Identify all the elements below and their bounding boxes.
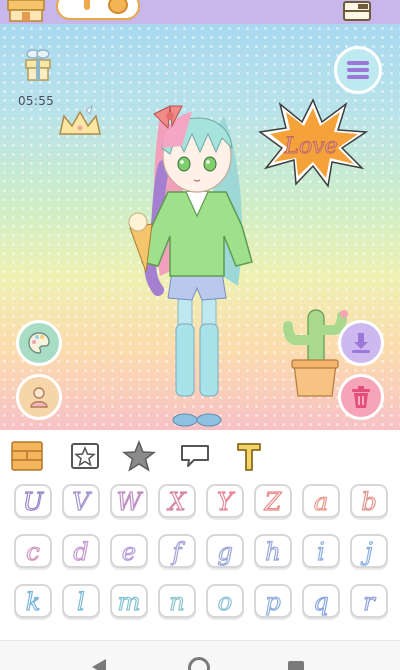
wardrobe-icon[interactable] — [340, 0, 374, 22]
letter-glyph: e — [121, 537, 137, 566]
letter-sticker-h[interactable]: h — [254, 534, 292, 568]
download-button[interactable] — [338, 320, 384, 366]
tab-star-box[interactable] — [68, 440, 102, 472]
character-button[interactable] — [16, 374, 62, 420]
letter-glyph: X — [168, 487, 186, 516]
letter-sticker-V[interactable]: V — [62, 484, 100, 518]
letter-glyph: j — [365, 537, 374, 566]
letter-sticker-U[interactable]: U — [14, 484, 52, 518]
letter-sticker-W[interactable]: W — [110, 484, 148, 518]
letter-sticker-l[interactable]: l — [62, 584, 100, 618]
coin-amount-bar — [84, 0, 90, 10]
letter-sticker-k[interactable]: k — [14, 584, 52, 618]
letter-sticker-c[interactable]: c — [14, 534, 52, 568]
star-box-icon — [71, 443, 99, 469]
shelf-icon — [11, 441, 43, 471]
letter-glyph: q — [313, 587, 330, 616]
letter-t-icon — [237, 443, 261, 471]
letter-glyph: W — [116, 487, 142, 516]
tab-text[interactable] — [232, 440, 266, 472]
letter-glyph: f — [172, 537, 182, 566]
person-icon — [30, 387, 48, 408]
crown-sticker[interactable] — [56, 104, 104, 142]
letter-glyph: o — [217, 587, 233, 616]
letter-glyph: Z — [264, 487, 282, 516]
menu-button[interactable] — [334, 46, 382, 94]
top-bar — [0, 0, 400, 24]
letter-sticker-Z[interactable]: Z — [254, 484, 292, 518]
tab-speech-bubble[interactable] — [178, 440, 212, 472]
letter-glyph: Y — [216, 487, 233, 516]
back-icon[interactable] — [92, 659, 106, 670]
letter-glyph: d — [73, 537, 90, 566]
letter-glyph: U — [22, 487, 44, 516]
coin-icon — [108, 0, 128, 14]
letter-glyph: g — [217, 537, 234, 566]
letter-sticker-g[interactable]: g — [206, 534, 244, 568]
coin-counter[interactable] — [56, 0, 140, 20]
letter-sticker-f[interactable]: f — [158, 534, 196, 568]
letter-sticker-q[interactable]: q — [302, 584, 340, 618]
tab-shelf[interactable] — [10, 440, 44, 472]
letter-sticker-d[interactable]: d — [62, 534, 100, 568]
letter-glyph: p — [265, 587, 282, 616]
letter-sticker-m[interactable]: m — [110, 584, 148, 618]
letter-sticker-X[interactable]: X — [158, 484, 196, 518]
letter-sticker-r[interactable]: r — [350, 584, 388, 618]
letter-sticker-grid: UVWX Y Za b c d e f g h i j k l mn o p q r — [0, 480, 400, 640]
speech-bubble-icon — [181, 445, 209, 467]
home-icon[interactable] — [188, 657, 210, 670]
letter-glyph: h — [265, 537, 282, 566]
download-icon — [352, 333, 370, 353]
recent-apps-icon[interactable] — [288, 661, 304, 670]
system-nav-bar — [0, 640, 400, 670]
letter-sticker-i[interactable]: i — [302, 534, 340, 568]
letter-glyph: a — [313, 487, 329, 516]
letter-glyph: c — [26, 537, 41, 566]
letter-glyph: V — [72, 487, 91, 516]
letter-sticker-o[interactable]: o — [206, 584, 244, 618]
palette-button[interactable] — [16, 320, 62, 366]
star-icon — [121, 439, 157, 472]
menu-icon — [347, 61, 369, 79]
letter-glyph: i — [317, 537, 326, 566]
category-tab-bar — [0, 430, 400, 480]
trash-button[interactable] — [338, 374, 384, 420]
gift-box-icon[interactable] — [22, 48, 54, 82]
letter-sticker-a[interactable]: a — [302, 484, 340, 518]
letter-sticker-j[interactable]: j — [350, 534, 388, 568]
shop-icon[interactable] — [6, 0, 46, 22]
letter-glyph: r — [363, 587, 376, 616]
letter-glyph: n — [169, 587, 186, 616]
letter-sticker-b[interactable]: b — [350, 484, 388, 518]
letter-glyph: b — [361, 487, 378, 516]
letter-sticker-e[interactable]: e — [110, 534, 148, 568]
trash-icon — [352, 386, 370, 408]
dressup-character[interactable] — [112, 76, 282, 428]
letter-glyph: m — [117, 587, 141, 616]
dressup-stage[interactable]: 05:55 Love — [0, 24, 400, 430]
letter-sticker-p[interactable]: p — [254, 584, 292, 618]
letter-glyph: l — [77, 587, 86, 616]
palette-icon — [28, 332, 50, 354]
letter-sticker-n[interactable]: n — [158, 584, 196, 618]
letter-glyph: k — [25, 587, 41, 616]
letter-sticker-Y[interactable]: Y — [206, 484, 244, 518]
tab-star[interactable] — [121, 439, 157, 472]
